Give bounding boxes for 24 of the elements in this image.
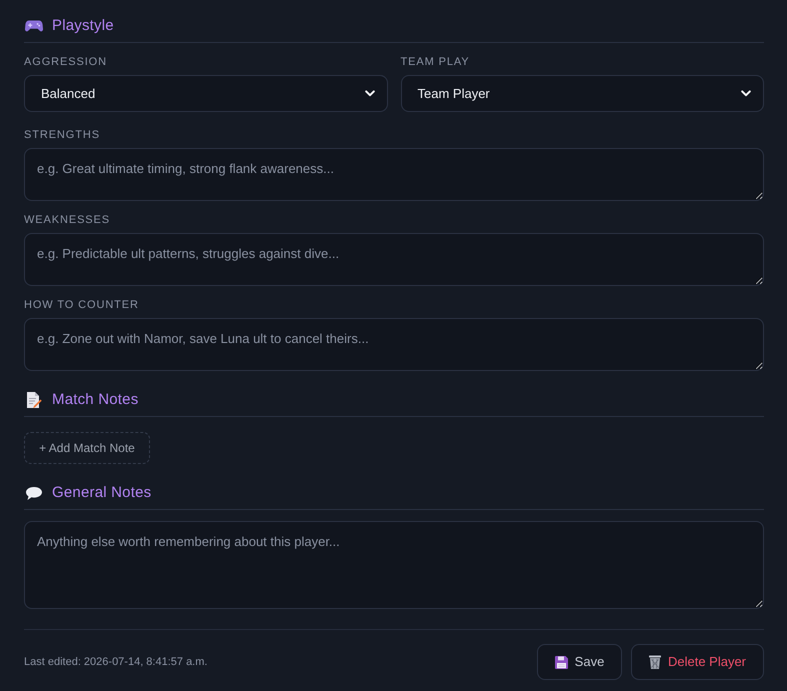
general-notes-field[interactable]: Anything else worth remembering about this player... <box>24 521 764 609</box>
field-label: WEAKNESSES <box>24 213 112 227</box>
delete-button[interactable]: Delete Player <box>631 644 764 680</box>
wastebasket-icon <box>648 655 661 669</box>
chevron-down-icon <box>741 90 751 97</box>
section-title: General Notes <box>52 483 152 503</box>
section-title: Match Notes <box>52 390 138 410</box>
save-button[interactable]: Save <box>537 644 622 680</box>
field-label: STRENGTHS <box>24 128 101 142</box>
memo-pencil-icon <box>26 391 42 409</box>
text-area-field[interactable]: e.g. Predictable ult patterns, struggles against dive... <box>24 233 764 286</box>
chevron-down-icon <box>364 90 374 97</box>
field-label: HOW TO COUNTER <box>24 298 140 312</box>
add-match-note-button[interactable]: + Add Match Note <box>24 432 150 464</box>
field-label: TEAM PLAY <box>400 55 471 69</box>
text-area-field[interactable]: e.g. Zone out with Namor, save Luna ult to cancel theirs... <box>24 318 764 371</box>
last-edited-text: Last edited: 2026-07-14, 8:41:57 a.m. <box>24 655 208 670</box>
dropdown-select[interactable]: Team Player <box>400 75 764 112</box>
dropdown-select[interactable]: Balanced <box>24 75 388 112</box>
section-title: Playstyle <box>52 16 114 36</box>
gamepad-icon <box>24 19 42 33</box>
field-label: AGGRESSION <box>24 55 108 69</box>
speech-bubble-icon <box>24 486 42 500</box>
text-area-field[interactable]: e.g. Great ultimate timing, strong flank awareness... <box>24 148 764 201</box>
